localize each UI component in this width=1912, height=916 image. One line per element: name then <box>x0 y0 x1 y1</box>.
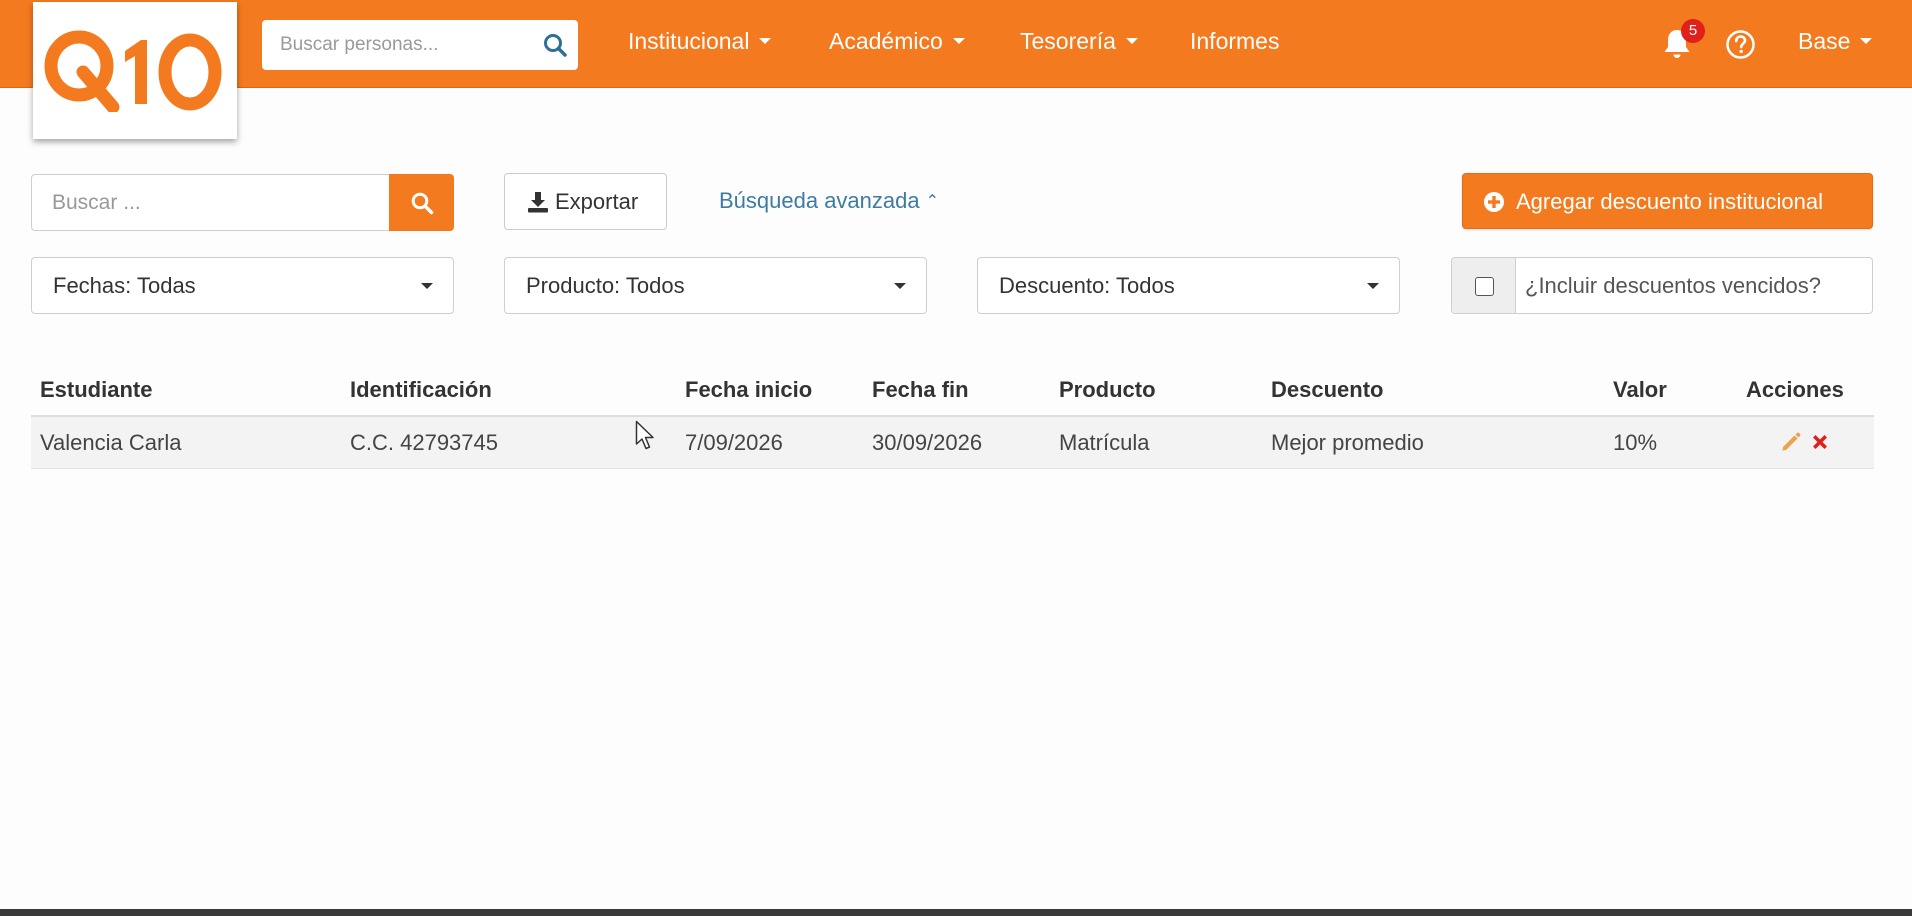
cell-fecha-fin: 30/09/2026 <box>872 430 983 455</box>
cell-producto: Matrícula <box>1059 430 1150 455</box>
export-button[interactable]: Exportar <box>504 173 667 230</box>
cell-descuento: Mejor promedio <box>1271 430 1424 455</box>
col-descuento[interactable]: Descuento <box>1271 377 1383 403</box>
mouse-cursor-icon <box>635 420 654 450</box>
col-acciones: Acciones <box>1746 377 1844 402</box>
table-row[interactable]: Valencia Carla C.C. 42793745 7/09/2026 3… <box>31 417 1874 469</box>
nav-institucional[interactable]: Institucional <box>628 28 772 55</box>
person-search-input[interactable] <box>262 20 532 70</box>
nav-tesoreria[interactable]: Tesorería <box>1020 28 1138 55</box>
search-icon[interactable] <box>542 32 568 58</box>
nav-institucional-label: Institucional <box>628 28 750 54</box>
table-header: Estudiante Identificación Fecha inicio F… <box>31 365 1874 417</box>
caret-down-icon <box>1125 38 1138 45</box>
col-fecha-fin[interactable]: Fecha fin <box>872 377 969 403</box>
caret-down-icon <box>894 283 906 289</box>
double-chevron-up-icon: ⌃ <box>925 193 940 210</box>
include-expired-label: ¿Incluir descuentos vencidos? <box>1525 273 1821 298</box>
nav-informes-label: Informes <box>1190 28 1280 54</box>
checkbox-addon <box>1452 258 1516 313</box>
cell-valor: 10% <box>1613 430 1658 455</box>
discount-filter-label: Descuento: Todos <box>999 273 1175 298</box>
q10-logo[interactable] <box>33 2 237 139</box>
add-institutional-discount-button[interactable]: Agregar descuento institucional <box>1462 173 1873 229</box>
download-icon <box>528 192 548 213</box>
q10-logo-mark <box>44 30 222 112</box>
cell-estudiante: Valencia Carla <box>40 430 182 455</box>
col-identificacion[interactable]: Identificación <box>350 377 492 403</box>
discount-filter-select[interactable]: Descuento: Todos <box>977 257 1400 314</box>
top-navbar: Institucional Académico Tesorería Inform… <box>0 0 1912 88</box>
product-filter-select[interactable]: Producto: Todos <box>504 257 927 314</box>
caret-down-icon <box>1860 38 1873 45</box>
col-producto[interactable]: Producto <box>1059 377 1156 403</box>
delete-x-icon[interactable] <box>1810 432 1830 452</box>
advanced-search-label: Búsqueda avanzada <box>719 188 920 213</box>
include-expired-checkbox[interactable] <box>1475 277 1494 296</box>
cell-identificacion: C.C. 42793745 <box>350 430 498 455</box>
col-fecha-inicio[interactable]: Fecha inicio <box>685 377 812 403</box>
caret-down-icon <box>1367 283 1379 289</box>
search-icon <box>411 192 434 215</box>
col-estudiante[interactable]: Estudiante <box>40 377 152 403</box>
user-menu[interactable]: Base <box>1798 28 1873 55</box>
nav-academico[interactable]: Académico <box>829 28 965 55</box>
export-button-label: Exportar <box>555 189 639 214</box>
cell-fecha-inicio: 7/09/2026 <box>685 430 783 455</box>
person-search-box <box>262 20 578 70</box>
product-filter-label: Producto: Todos <box>526 273 685 298</box>
dates-filter-select[interactable]: Fechas: Todas <box>31 257 454 314</box>
search-button[interactable] <box>389 174 454 231</box>
advanced-search-link[interactable]: Búsqueda avanzada ⌃ <box>719 188 939 214</box>
discount-search-input[interactable] <box>31 174 390 231</box>
nav-tesoreria-label: Tesorería <box>1020 28 1116 54</box>
add-button-label: Agregar descuento institucional <box>1516 189 1823 214</box>
help-circle-icon[interactable] <box>1725 29 1756 60</box>
discounts-table: Estudiante Identificación Fecha inicio F… <box>31 365 1874 469</box>
nav-informes[interactable]: Informes <box>1190 28 1279 55</box>
caret-down-icon <box>421 283 433 289</box>
notification-badge: 5 <box>1681 19 1705 43</box>
bottom-border <box>0 909 1912 916</box>
include-expired-group: ¿Incluir descuentos vencidos? <box>1451 257 1873 314</box>
user-menu-label: Base <box>1798 28 1851 54</box>
caret-down-icon <box>952 38 965 45</box>
nav-academico-label: Académico <box>829 28 943 54</box>
col-valor[interactable]: Valor <box>1613 377 1667 403</box>
caret-down-icon <box>759 38 772 45</box>
pencil-icon[interactable] <box>1780 431 1802 453</box>
discount-search <box>31 174 454 231</box>
dates-filter-label: Fechas: Todas <box>53 273 196 298</box>
plus-circle-icon <box>1484 192 1504 212</box>
